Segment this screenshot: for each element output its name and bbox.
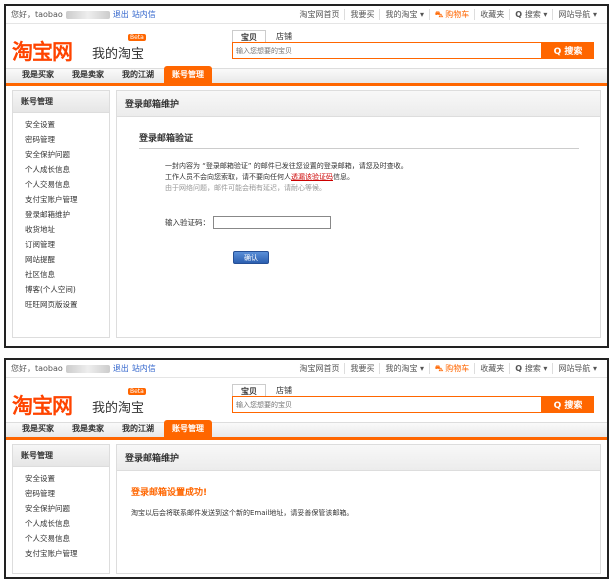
sidebar-list: 安全设置 密码管理 安全保护问题 个人成长信息 个人交易信息 支付宝账户管理 登… — [13, 113, 109, 318]
main-nav: 我是买家 我是卖家 我的江湖 账号管理 — [6, 420, 607, 440]
buy-link[interactable]: 我要买 — [344, 363, 379, 374]
success-title: 登录邮箱设置成功! — [131, 488, 208, 498]
section-title: 登录邮箱验证 — [139, 131, 579, 149]
logo-subtitle: 我的淘宝 — [92, 47, 145, 62]
top-bar: 您好，taobao 退出 站内信 淘宝网首页 我要买 我的淘宝 ▾ ⛍ 购物车 收… — [6, 360, 607, 378]
site-nav-menu[interactable]: 网站导航 ▾ — [552, 9, 602, 20]
sidebar-item-security-question[interactable]: 安全保护问题 — [13, 147, 109, 162]
home-link[interactable]: 淘宝网首页 — [294, 363, 344, 374]
taobao-logo[interactable]: 淘宝网 — [12, 36, 73, 66]
info-line-1: 一封内容为 “登录邮箱验证” 的邮件已发往您设置的登录邮箱，请您及时查收。 — [165, 162, 408, 170]
search-row: Q 搜索 — [232, 396, 594, 413]
success-message: 淘宝以后会将联系邮件发送到这个新的Email地址，请妥善保管该邮箱。 — [131, 509, 354, 517]
sidebar-title: 账号管理 — [13, 91, 109, 113]
nav-seller[interactable]: 我是卖家 — [64, 420, 112, 437]
sidebar-item-subscription[interactable]: 订阅管理 — [13, 237, 109, 252]
sidebar-item-security[interactable]: 安全设置 — [13, 117, 109, 132]
code-label: 输入验证码： — [165, 218, 210, 227]
warning-highlight: 透漏该验证码 — [291, 173, 333, 181]
beta-badge: Beta — [128, 34, 146, 41]
sidebar: 账号管理 安全设置 密码管理 安全保护问题 个人成长信息 个人交易信息 支付宝账… — [12, 90, 110, 338]
search-input[interactable] — [232, 396, 542, 413]
sidebar-item-wangwang[interactable]: 旺旺网页版设置 — [13, 297, 109, 312]
info-line-2: 工作人员不会向您索取，请不要向任何人透漏该验证码信息。 — [165, 173, 354, 181]
header: 淘宝网 我的淘宝 Beta 宝贝 店铺 Q 搜索 — [6, 24, 607, 68]
home-link[interactable]: 淘宝网首页 — [294, 9, 344, 20]
nav-community[interactable]: 我的江湖 — [114, 420, 162, 437]
search-icon: Q — [515, 10, 525, 19]
logo-subtitle: 我的淘宝 — [92, 401, 145, 416]
screenshot-success: 您好，taobao 退出 站内信 淘宝网首页 我要买 我的淘宝 ▾ ⛍ 购物车 收… — [4, 358, 609, 579]
sidebar-item-reminders[interactable]: 网站提醒 — [13, 252, 109, 267]
greeting: 您好，taobao — [11, 10, 63, 19]
cart-icon: ⛍ — [435, 364, 444, 373]
page-title: 登录邮箱维护 — [117, 445, 600, 471]
sidebar-list: 安全设置 密码管理 安全保护问题 个人成长信息 个人交易信息 支付宝账户管理 — [13, 467, 109, 567]
cart-link[interactable]: ⛍ 购物车 — [429, 9, 474, 20]
content-area: 账号管理 安全设置 密码管理 安全保护问题 个人成长信息 个人交易信息 支付宝账… — [6, 440, 607, 577]
page-title: 登录邮箱维护 — [117, 91, 600, 117]
sidebar-item-trade-info[interactable]: 个人交易信息 — [13, 531, 109, 546]
cart-icon: ⛍ — [435, 10, 444, 19]
info-line-3: 由于网络问题，邮件可能会稍有延迟，请耐心等候。 — [165, 184, 326, 192]
nav-seller[interactable]: 我是卖家 — [64, 66, 112, 83]
content-area: 账号管理 安全设置 密码管理 安全保护问题 个人成长信息 个人交易信息 支付宝账… — [6, 86, 607, 342]
sidebar-item-password[interactable]: 密码管理 — [13, 486, 109, 501]
sidebar-item-password[interactable]: 密码管理 — [13, 132, 109, 147]
search-input[interactable] — [232, 42, 542, 59]
nav-buyer[interactable]: 我是买家 — [14, 66, 62, 83]
search-row: Q 搜索 — [232, 42, 594, 59]
taobao-logo[interactable]: 淘宝网 — [12, 390, 73, 420]
verification-code-input[interactable] — [213, 216, 331, 229]
search-icon: Q — [515, 364, 525, 373]
main-panel: 登录邮箱维护 登录邮箱验证 一封内容为 “登录邮箱验证” 的邮件已发往您设置的登… — [116, 90, 601, 338]
my-taobao-menu[interactable]: 我的淘宝 ▾ — [379, 9, 429, 20]
nav-community[interactable]: 我的江湖 — [114, 66, 162, 83]
greeting: 您好，taobao — [11, 364, 63, 373]
sidebar-item-address[interactable]: 收货地址 — [13, 222, 109, 237]
header: 淘宝网 我的淘宝 Beta 宝贝 店铺 Q 搜索 — [6, 378, 607, 422]
nav-buyer[interactable]: 我是买家 — [14, 420, 62, 437]
nav-account[interactable]: 账号管理 — [164, 66, 212, 83]
masked-username — [65, 10, 110, 19]
search-menu[interactable]: Q 搜索 ▾ — [509, 9, 552, 20]
buy-link[interactable]: 我要买 — [344, 9, 379, 20]
inbox-link[interactable]: 站内信 — [132, 363, 156, 374]
sidebar-item-blog[interactable]: 博客(个人空间) — [13, 282, 109, 297]
logout-link[interactable]: 退出 — [113, 9, 129, 20]
sidebar-item-growth[interactable]: 个人成长信息 — [13, 162, 109, 177]
search-menu[interactable]: Q 搜索 ▾ — [509, 363, 552, 374]
main-panel: 登录邮箱维护 登录邮箱设置成功! 淘宝以后会将联系邮件发送到这个新的Email地… — [116, 444, 601, 574]
sidebar-item-alipay[interactable]: 支付宝账户管理 — [13, 192, 109, 207]
sidebar-title: 账号管理 — [13, 445, 109, 467]
beta-badge: Beta — [128, 388, 146, 395]
search-button[interactable]: Q 搜索 — [542, 42, 594, 59]
nav-account[interactable]: 账号管理 — [164, 420, 212, 437]
sidebar: 账号管理 安全设置 密码管理 安全保护问题 个人成长信息 个人交易信息 支付宝账… — [12, 444, 110, 574]
code-row: 输入验证码： — [165, 216, 600, 229]
sidebar-item-security-question[interactable]: 安全保护问题 — [13, 501, 109, 516]
cart-link[interactable]: ⛍ 购物车 — [429, 363, 474, 374]
top-bar: 您好，taobao 退出 站内信 淘宝网首页 我要买 我的淘宝 ▾ ⛍ 购物车 收… — [6, 6, 607, 24]
sidebar-item-login-email[interactable]: 登录邮箱维护 — [13, 207, 109, 222]
my-taobao-menu[interactable]: 我的淘宝 ▾ — [379, 363, 429, 374]
sidebar-item-trade-info[interactable]: 个人交易信息 — [13, 177, 109, 192]
inbox-link[interactable]: 站内信 — [132, 9, 156, 20]
masked-username — [65, 364, 110, 373]
screenshot-verify: 您好，taobao 退出 站内信 淘宝网首页 我要买 我的淘宝 ▾ ⛍ 购物车 收… — [4, 4, 609, 348]
logout-link[interactable]: 退出 — [113, 363, 129, 374]
favorites-link[interactable]: 收藏夹 — [474, 9, 509, 20]
confirm-button[interactable]: 确认 — [233, 251, 269, 264]
sidebar-item-growth[interactable]: 个人成长信息 — [13, 516, 109, 531]
search-button[interactable]: Q 搜索 — [542, 396, 594, 413]
sidebar-item-security[interactable]: 安全设置 — [13, 471, 109, 486]
favorites-link[interactable]: 收藏夹 — [474, 363, 509, 374]
sidebar-item-alipay[interactable]: 支付宝账户管理 — [13, 546, 109, 561]
sidebar-item-community[interactable]: 社区信息 — [13, 267, 109, 282]
main-nav: 我是买家 我是卖家 我的江湖 账号管理 — [6, 66, 607, 86]
site-nav-menu[interactable]: 网站导航 ▾ — [552, 363, 602, 374]
